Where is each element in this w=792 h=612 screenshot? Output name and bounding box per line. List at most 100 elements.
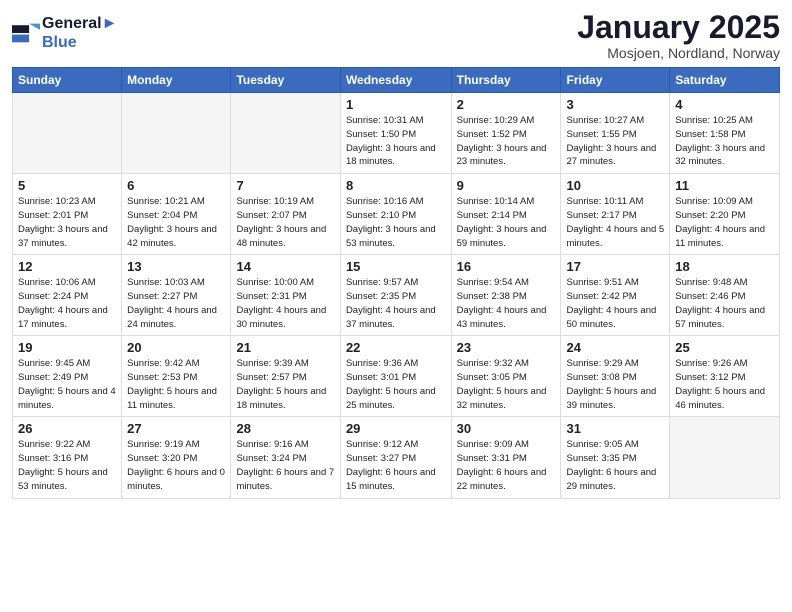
day-number: 25	[675, 340, 774, 355]
day-number: 26	[18, 421, 116, 436]
day-number: 22	[346, 340, 446, 355]
day-info: Sunrise: 9:29 AMSunset: 3:08 PMDaylight:…	[566, 357, 664, 412]
day-info: Sunrise: 9:42 AMSunset: 2:53 PMDaylight:…	[127, 357, 225, 412]
calendar-cell	[231, 93, 340, 174]
main-container: General► Blue January 2025 Mosjoen, Nord…	[0, 0, 792, 507]
column-header-friday: Friday	[561, 68, 670, 93]
location-subtitle: Mosjoen, Nordland, Norway	[577, 45, 780, 61]
calendar-cell: 9 Sunrise: 10:14 AMSunset: 2:14 PMDayligh…	[451, 174, 561, 255]
page-header: General► Blue January 2025 Mosjoen, Nord…	[12, 10, 780, 61]
day-info: Sunrise: 10:19 AMSunset: 2:07 PMDaylight…	[236, 195, 334, 250]
day-info: Sunrise: 10:06 AMSunset: 2:24 PMDaylight…	[18, 276, 116, 331]
day-number: 24	[566, 340, 664, 355]
day-number: 11	[675, 178, 774, 193]
calendar-cell: 6 Sunrise: 10:21 AMSunset: 2:04 PMDayligh…	[122, 174, 231, 255]
day-number: 16	[457, 259, 556, 274]
calendar-cell: 5 Sunrise: 10:23 AMSunset: 2:01 PMDayligh…	[13, 174, 122, 255]
column-header-saturday: Saturday	[670, 68, 780, 93]
day-number: 15	[346, 259, 446, 274]
calendar-cell	[670, 417, 780, 498]
calendar-week-row: 5 Sunrise: 10:23 AMSunset: 2:01 PMDayligh…	[13, 174, 780, 255]
day-number: 21	[236, 340, 334, 355]
calendar-cell: 28 Sunrise: 9:16 AMSunset: 3:24 PMDayligh…	[231, 417, 340, 498]
day-number: 28	[236, 421, 334, 436]
calendar-cell: 22Sunrise: 9:36 AMSunset: 3:01 PMDayligh…	[340, 336, 451, 417]
calendar-cell: 12 Sunrise: 10:06 AMSunset: 2:24 PMDaylig…	[13, 255, 122, 336]
calendar-cell: 1Sunrise: 10:31 AMSunset: 1:50 PMDayligh…	[340, 93, 451, 174]
calendar-cell	[122, 93, 231, 174]
calendar-header-row: SundayMondayTuesdayWednesdayThursdayFrid…	[13, 68, 780, 93]
day-number: 13	[127, 259, 225, 274]
day-number: 9	[457, 178, 556, 193]
calendar-cell: 16Sunrise: 9:54 AMSunset: 2:38 PMDayligh…	[451, 255, 561, 336]
calendar-week-row: 12 Sunrise: 10:06 AMSunset: 2:24 PMDaylig…	[13, 255, 780, 336]
day-info: Sunrise: 10:00 AMSunset: 2:31 PMDaylight…	[236, 276, 334, 331]
calendar-cell: 30 Sunrise: 9:09 AMSunset: 3:31 PMDayligh…	[451, 417, 561, 498]
calendar-table: SundayMondayTuesdayWednesdayThursdayFrid…	[12, 67, 780, 498]
day-number: 4	[675, 97, 774, 112]
column-header-thursday: Thursday	[451, 68, 561, 93]
day-info: Sunrise: 10:27 AMSunset: 1:55 PMDaylight…	[566, 114, 664, 169]
day-info: Sunrise: 10:31 AMSunset: 1:50 PMDaylight…	[346, 114, 446, 169]
day-number: 7	[236, 178, 334, 193]
day-number: 3	[566, 97, 664, 112]
calendar-cell: 10 Sunrise: 10:11 AMSunset: 2:17 PMDaylig…	[561, 174, 670, 255]
day-info: Sunrise: 10:14 AMSunset: 2:14 PMDaylight…	[457, 195, 556, 250]
day-number: 2	[457, 97, 556, 112]
column-header-tuesday: Tuesday	[231, 68, 340, 93]
column-header-monday: Monday	[122, 68, 231, 93]
day-number: 29	[346, 421, 446, 436]
day-number: 5	[18, 178, 116, 193]
calendar-cell: 20 Sunrise: 9:42 AMSunset: 2:53 PMDayligh…	[122, 336, 231, 417]
day-number: 10	[566, 178, 664, 193]
calendar-cell: 14 Sunrise: 10:00 AMSunset: 2:31 PMDaylig…	[231, 255, 340, 336]
calendar-cell: 8 Sunrise: 10:16 AMSunset: 2:10 PMDayligh…	[340, 174, 451, 255]
day-info: Sunrise: 9:09 AMSunset: 3:31 PMDaylight:…	[457, 438, 556, 493]
calendar-cell	[13, 93, 122, 174]
day-info: Sunrise: 9:26 AMSunset: 3:12 PMDaylight:…	[675, 357, 774, 412]
day-number: 23	[457, 340, 556, 355]
day-info: Sunrise: 10:16 AMSunset: 2:10 PMDaylight…	[346, 195, 446, 250]
day-number: 14	[236, 259, 334, 274]
day-number: 12	[18, 259, 116, 274]
day-info: Sunrise: 9:39 AMSunset: 2:57 PMDaylight:…	[236, 357, 334, 412]
calendar-cell: 15Sunrise: 9:57 AMSunset: 2:35 PMDayligh…	[340, 255, 451, 336]
calendar-cell: 25 Sunrise: 9:26 AMSunset: 3:12 PMDayligh…	[670, 336, 780, 417]
day-number: 6	[127, 178, 225, 193]
day-number: 8	[346, 178, 446, 193]
calendar-cell: 2Sunrise: 10:29 AMSunset: 1:52 PMDayligh…	[451, 93, 561, 174]
calendar-cell: 23Sunrise: 9:32 AMSunset: 3:05 PMDayligh…	[451, 336, 561, 417]
day-info: Sunrise: 10:23 AMSunset: 2:01 PMDaylight…	[18, 195, 116, 250]
day-number: 27	[127, 421, 225, 436]
day-info: Sunrise: 10:03 AMSunset: 2:27 PMDaylight…	[127, 276, 225, 331]
day-info: Sunrise: 10:25 AMSunset: 1:58 PMDaylight…	[675, 114, 774, 169]
day-number: 19	[18, 340, 116, 355]
day-number: 30	[457, 421, 556, 436]
day-number: 20	[127, 340, 225, 355]
day-number: 31	[566, 421, 664, 436]
calendar-cell: 13 Sunrise: 10:03 AMSunset: 2:27 PMDaylig…	[122, 255, 231, 336]
day-info: Sunrise: 9:05 AMSunset: 3:35 PMDaylight:…	[566, 438, 664, 493]
calendar-cell: 27 Sunrise: 9:19 AMSunset: 3:20 PMDayligh…	[122, 417, 231, 498]
title-block: January 2025 Mosjoen, Nordland, Norway	[577, 10, 780, 61]
day-info: Sunrise: 9:48 AMSunset: 2:46 PMDaylight:…	[675, 276, 774, 331]
day-number: 18	[675, 259, 774, 274]
calendar-cell: 29 Sunrise: 9:12 AMSunset: 3:27 PMDayligh…	[340, 417, 451, 498]
calendar-week-row: 19 Sunrise: 9:45 AMSunset: 2:49 PMDayligh…	[13, 336, 780, 417]
day-info: Sunrise: 9:19 AMSunset: 3:20 PMDaylight:…	[127, 438, 225, 493]
logo-text: General► Blue	[42, 14, 117, 52]
day-info: Sunrise: 9:45 AMSunset: 2:49 PMDaylight:…	[18, 357, 116, 412]
calendar-cell: 7 Sunrise: 10:19 AMSunset: 2:07 PMDayligh…	[231, 174, 340, 255]
logo: General► Blue	[12, 14, 117, 52]
day-info: Sunrise: 9:22 AMSunset: 3:16 PMDaylight:…	[18, 438, 116, 493]
day-number: 17	[566, 259, 664, 274]
day-info: Sunrise: 10:21 AMSunset: 2:04 PMDaylight…	[127, 195, 225, 250]
calendar-cell: 24 Sunrise: 9:29 AMSunset: 3:08 PMDayligh…	[561, 336, 670, 417]
calendar-cell: 31 Sunrise: 9:05 AMSunset: 3:35 PMDayligh…	[561, 417, 670, 498]
calendar-cell: 3 Sunrise: 10:27 AMSunset: 1:55 PMDayligh…	[561, 93, 670, 174]
day-info: Sunrise: 9:16 AMSunset: 3:24 PMDaylight:…	[236, 438, 334, 493]
day-info: Sunrise: 9:12 AMSunset: 3:27 PMDaylight:…	[346, 438, 446, 493]
calendar-cell: 11Sunrise: 10:09 AMSunset: 2:20 PMDaylig…	[670, 174, 780, 255]
calendar-cell: 21 Sunrise: 9:39 AMSunset: 2:57 PMDayligh…	[231, 336, 340, 417]
day-info: Sunrise: 10:11 AMSunset: 2:17 PMDaylight…	[566, 195, 664, 250]
